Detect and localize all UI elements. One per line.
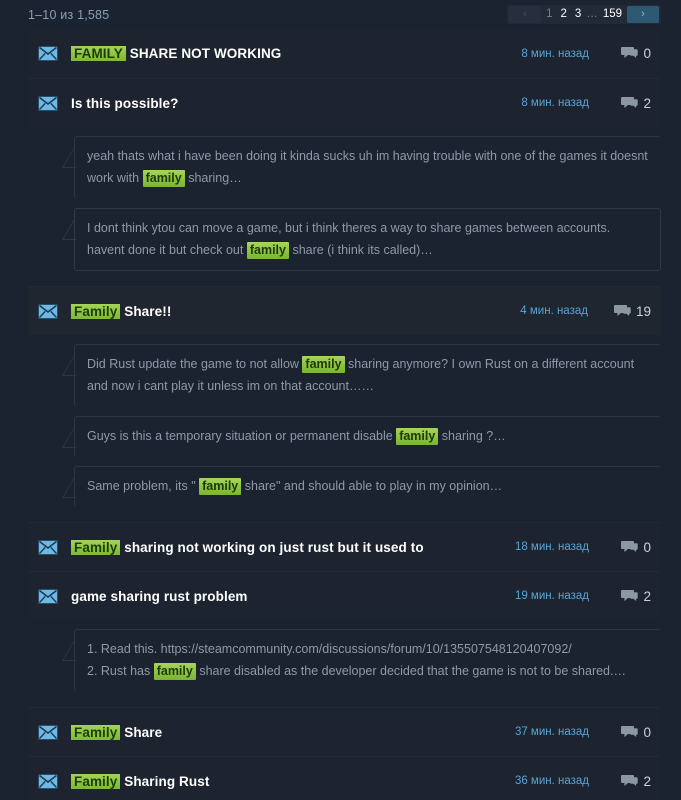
reply-preview[interactable]: Same problem, its " family share" and sh… bbox=[74, 466, 661, 507]
topic-title[interactable]: game sharing rust problem bbox=[71, 589, 515, 604]
envelope-icon bbox=[38, 46, 58, 61]
pagination[interactable]: ‹ 1 2 3 … 159 › bbox=[507, 5, 661, 24]
topic-title[interactable]: FAMILY SHARE NOT WORKING bbox=[71, 46, 521, 61]
reply-count-value: 0 bbox=[643, 46, 651, 61]
reply-count-value: 2 bbox=[643, 773, 651, 789]
topic-timestamp: 37 мин. назад bbox=[514, 726, 589, 738]
reply-text-after: share (i think its called)… bbox=[288, 243, 433, 257]
search-term-highlight: family bbox=[246, 242, 289, 259]
search-term-highlight: Family bbox=[71, 773, 121, 789]
reply-preview[interactable]: Guys is this a temporary situation or pe… bbox=[74, 416, 661, 457]
envelope-icon bbox=[38, 539, 58, 555]
topic-reply-count: 0 bbox=[615, 540, 651, 555]
comment-bubble-icon bbox=[621, 46, 639, 61]
comment-bubble-icon bbox=[621, 540, 639, 555]
topic-timestamp: 36 мин. назад bbox=[514, 775, 589, 787]
reply-text-before: Same problem, its " bbox=[87, 479, 200, 493]
topic-row[interactable]: Is this possible? 8 мин. назад 2 bbox=[28, 78, 661, 127]
topic-timestamp: 8 мин. назад bbox=[521, 47, 589, 60]
search-term-highlight: family bbox=[396, 428, 439, 445]
reply-count-value: 2 bbox=[643, 588, 651, 604]
reply-preview[interactable]: I dont think ytou can move a game, but i… bbox=[74, 208, 661, 271]
reply-count-value: 19 bbox=[635, 303, 651, 319]
search-term-highlight: Family bbox=[71, 724, 121, 740]
results-header: 1–10 из 1,585 ‹ 1 2 3 … 159 › bbox=[0, 0, 681, 29]
topic-reply-count: 2 bbox=[615, 589, 651, 604]
search-term-highlight: family bbox=[142, 170, 185, 187]
reply-text-after: share" and should able to play in my opi… bbox=[241, 479, 503, 493]
reply-preview[interactable]: Did Rust update the game to not allow fa… bbox=[74, 344, 661, 407]
comment-bubble-icon bbox=[621, 774, 639, 789]
topic-reply-count: 2 bbox=[615, 96, 651, 111]
comment-bubble-icon bbox=[621, 589, 639, 604]
chevron-left-icon[interactable]: ‹ bbox=[509, 6, 542, 23]
reply-count-value: 0 bbox=[643, 724, 651, 740]
envelope-icon bbox=[38, 95, 58, 111]
reply-text-after: share disabled as the developer decided … bbox=[195, 664, 626, 678]
topic-timestamp: 8 мин. назад bbox=[521, 97, 589, 109]
comment-bubble-icon bbox=[621, 725, 639, 740]
topic-reply-count: 0 bbox=[615, 46, 651, 61]
topic-list: FAMILY SHARE NOT WORKING 8 мин. назад 0 Is … bbox=[28, 29, 661, 800]
topic-row[interactable]: Family Share 37 мин. назад 0 bbox=[28, 707, 661, 756]
topic-timestamp: 19 мин. назад bbox=[514, 590, 589, 602]
reply-preview-bubble[interactable]: Same problem, its " family share" and sh… bbox=[74, 466, 661, 507]
page-link-last[interactable]: 159 bbox=[599, 6, 626, 23]
reply-preview[interactable]: 1. Read this. https://steamcommunity.com… bbox=[74, 629, 661, 692]
envelope-icon bbox=[38, 588, 58, 604]
topic-reply-count: 19 bbox=[613, 303, 651, 319]
topic-title[interactable]: Family Share!! bbox=[71, 303, 520, 319]
comment-bubble-icon bbox=[613, 304, 631, 319]
page-link-1[interactable]: 1 bbox=[542, 6, 556, 23]
search-term-highlight: FAMILY bbox=[71, 46, 126, 61]
reply-text-before: Did Rust update the game to not allow bbox=[87, 357, 303, 371]
page-link-2[interactable]: 2 bbox=[557, 6, 571, 23]
reply-text-after: sharing… bbox=[184, 171, 242, 185]
reply-count-value: 0 bbox=[643, 539, 651, 555]
search-term-highlight: Family bbox=[71, 303, 121, 319]
search-term-highlight: family bbox=[302, 356, 345, 373]
envelope-icon bbox=[38, 724, 58, 740]
reply-preview-bubble[interactable]: Guys is this a temporary situation or pe… bbox=[74, 416, 661, 457]
topic-title[interactable]: Family Share bbox=[71, 724, 515, 740]
pagination-ellipsis: … bbox=[586, 8, 598, 20]
reply-preview-bubble[interactable]: 1. Read this. https://steamcommunity.com… bbox=[74, 629, 661, 692]
topic-row[interactable]: Family Share!! 4 мин. назад 19 bbox=[28, 286, 661, 335]
reply-preview-bubble[interactable]: Did Rust update the game to not allow fa… bbox=[74, 344, 661, 407]
topic-row[interactable]: FAMILY SHARE NOT WORKING 8 мин. назад 0 bbox=[28, 29, 661, 78]
topic-reply-count: 0 bbox=[615, 725, 651, 740]
search-term-highlight: Family bbox=[71, 539, 121, 555]
reply-text-before: Guys is this a temporary situation or pe… bbox=[87, 429, 397, 443]
topic-timestamp: 4 мин. назад bbox=[520, 305, 588, 317]
page-link-3[interactable]: 3 bbox=[571, 6, 585, 23]
topic-title[interactable]: Family Sharing Rust bbox=[71, 773, 515, 789]
comment-bubble-icon bbox=[621, 96, 639, 111]
discussions-search-results-page: 1–10 из 1,585 ‹ 1 2 3 … 159 › FAMILY SHA… bbox=[0, 0, 681, 800]
reply-preview-bubble[interactable]: I dont think ytou can move a game, but i… bbox=[74, 208, 661, 271]
search-term-highlight: family bbox=[199, 478, 242, 495]
search-term-highlight: family bbox=[153, 663, 196, 680]
topic-title[interactable]: Family sharing not working on just rust … bbox=[71, 539, 515, 555]
topic-reply-count: 2 bbox=[615, 774, 651, 789]
reply-text-after: sharing ?… bbox=[438, 429, 506, 443]
reply-count-value: 2 bbox=[643, 95, 651, 111]
envelope-icon bbox=[38, 303, 58, 319]
topic-row[interactable]: Family sharing not working on just rust … bbox=[28, 522, 661, 571]
topic-row[interactable]: game sharing rust problem 19 мин. назад 2 bbox=[28, 571, 661, 620]
topic-timestamp: 18 мин. назад bbox=[514, 541, 589, 553]
envelope-icon bbox=[38, 773, 58, 789]
topic-row[interactable]: Family Sharing Rust 36 мин. назад 2 bbox=[28, 756, 661, 800]
result-count-label: 1–10 из 1,585 bbox=[28, 7, 110, 22]
topic-title[interactable]: Is this possible? bbox=[71, 96, 521, 111]
reply-preview-bubble[interactable]: yeah thats what i have been doing it kin… bbox=[74, 136, 661, 199]
reply-preview[interactable]: yeah thats what i have been doing it kin… bbox=[74, 136, 661, 199]
chevron-right-icon[interactable]: › bbox=[627, 6, 659, 23]
